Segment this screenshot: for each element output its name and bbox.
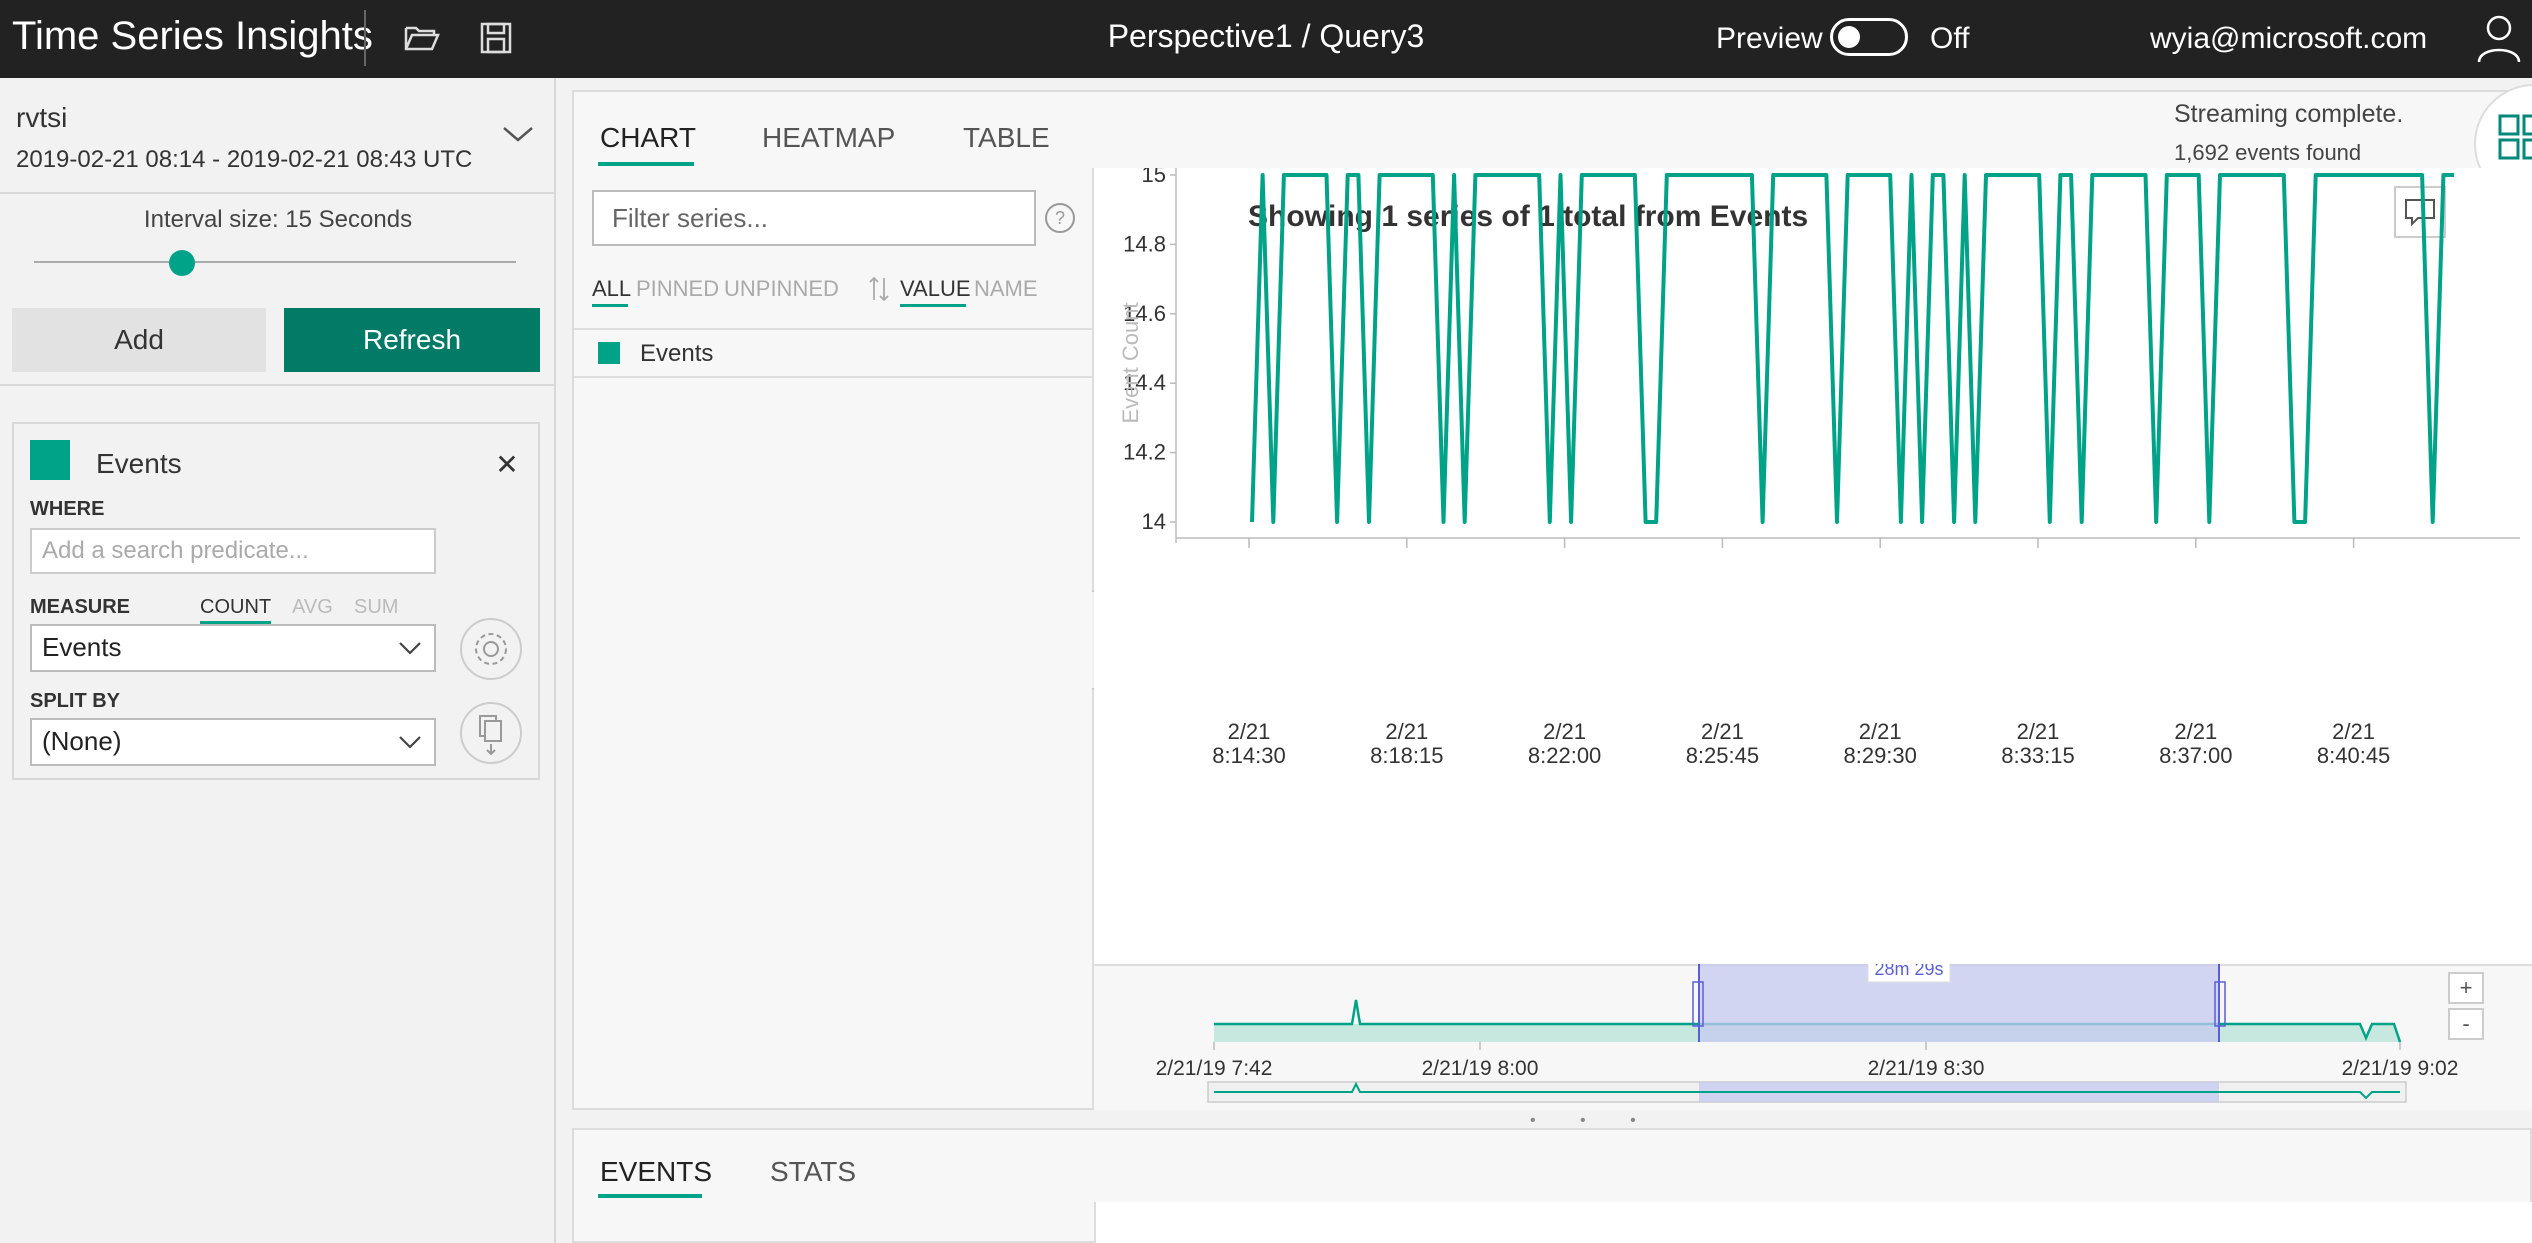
y-axis-label: Event Count <box>1118 302 1143 423</box>
x-tick-label-time: 8:33:15 <box>2001 743 2074 768</box>
help-icon[interactable]: ? <box>1044 202 1076 234</box>
timeline-tick-label: 2/21/19 8:00 <box>1422 1057 1539 1080</box>
refresh-button[interactable]: Refresh <box>284 308 540 372</box>
measure-label: MEASURE <box>30 596 131 618</box>
environment-time-range: 2019-02-21 08:14 - 2019-02-21 08:43 UTC <box>16 146 473 173</box>
x-tick-label-time: 8:29:30 <box>1843 743 1916 768</box>
split-by-select-value: (None) <box>42 726 122 756</box>
interval-slider-thumb[interactable] <box>169 250 195 276</box>
preview-label: Preview <box>1716 22 1823 55</box>
filter-series-input[interactable] <box>592 190 1036 246</box>
streaming-status: Streaming complete. <box>2174 100 2404 128</box>
zoom-out-button[interactable]: - <box>2448 1008 2484 1040</box>
chevron-down-icon <box>399 642 421 655</box>
filter-unpinned[interactable]: UNPINNED <box>724 276 839 302</box>
close-icon[interactable]: ✕ <box>492 448 522 481</box>
active-filter-indicator <box>592 304 628 307</box>
timeline-tick-label: 2/21/19 9:02 <box>2342 1057 2459 1080</box>
open-folder-icon[interactable] <box>402 18 442 58</box>
x-tick-label-time: 8:18:15 <box>1370 743 1443 768</box>
preview-state: Off <box>1930 22 1970 55</box>
series-name: Events <box>640 340 714 367</box>
split-by-select[interactable]: (None) <box>30 718 436 766</box>
tab-chart[interactable]: CHART <box>600 122 696 154</box>
user-email[interactable]: wyia@microsoft.com <box>2150 22 2427 56</box>
where-predicate-input[interactable] <box>30 528 436 574</box>
line-chart[interactable]: 1414.214.414.614.815Event Count2/218:14:… <box>1094 168 2532 964</box>
x-tick-label-time: 8:37:00 <box>2159 743 2232 768</box>
x-tick-label-time: 8:14:30 <box>1212 743 1285 768</box>
sort-by-name[interactable]: NAME <box>974 276 1038 302</box>
add-button[interactable]: Add <box>12 308 266 372</box>
x-tick-label-date: 2/21 <box>1385 719 1428 744</box>
filter-pinned[interactable]: PINNED <box>636 276 719 302</box>
filter-all[interactable]: ALL <box>592 276 631 302</box>
y-tick-label: 14.2 <box>1123 440 1166 465</box>
top-divider <box>364 10 366 66</box>
active-tab-indicator <box>598 1194 702 1198</box>
environment-name: rvtsi <box>16 102 68 133</box>
series-color-swatch <box>598 342 620 364</box>
tab-table[interactable]: TABLE <box>963 122 1050 154</box>
active-tab-indicator <box>598 162 694 166</box>
event-source-name: Events <box>96 448 182 479</box>
timeline-tick-label: 2/21/19 7:42 <box>1156 1057 1273 1080</box>
measure-select-value: Events <box>42 632 122 662</box>
split-by-label: SPLIT BY <box>30 690 121 712</box>
tab-stats[interactable]: STATS <box>770 1156 856 1188</box>
x-tick-label-date: 2/21 <box>1228 719 1271 744</box>
chevron-down-icon[interactable] <box>500 122 536 146</box>
x-tick-label-time: 8:25:45 <box>1686 743 1759 768</box>
y-tick-label: 14 <box>1142 509 1166 534</box>
toggle-knob <box>1838 26 1860 48</box>
x-tick-label-date: 2/21 <box>2174 719 2217 744</box>
timeline-selection <box>1699 964 2219 1042</box>
y-tick-label: 15 <box>1142 168 1166 187</box>
series-line-events <box>1250 173 2454 524</box>
timeline-tick-label: 2/21/19 8:30 <box>1868 1057 1985 1080</box>
measure-sum-tab[interactable]: SUM <box>354 596 398 619</box>
measure-avg-tab[interactable]: AVG <box>292 596 333 619</box>
details-content <box>1094 1202 2532 1243</box>
tab-events[interactable]: EVENTS <box>600 1156 712 1188</box>
copy-icon[interactable] <box>460 702 522 764</box>
svg-text:?: ? <box>1055 208 1065 228</box>
sort-icon[interactable] <box>868 274 890 304</box>
series-color-swatch[interactable] <box>30 440 70 480</box>
query-title: Perspective1 / Query3 <box>1107 18 1425 54</box>
x-tick-label-time: 8:40:45 <box>2317 743 2390 768</box>
events-found-count: 1,692 events found <box>2174 140 2362 165</box>
measure-select[interactable]: Events <box>30 624 436 672</box>
user-icon[interactable] <box>2476 12 2522 64</box>
zoom-in-button[interactable]: + <box>2448 972 2484 1004</box>
chevron-down-icon <box>399 736 421 749</box>
series-list-panel <box>574 168 1094 1108</box>
x-tick-label-time: 8:22:00 <box>1528 743 1601 768</box>
interval-size-label: Interval size: 15 Seconds <box>143 206 413 233</box>
x-tick-label-date: 2/21 <box>1543 719 1586 744</box>
sort-by-value[interactable]: VALUE <box>900 276 971 302</box>
tab-heatmap[interactable]: HEATMAP <box>762 122 895 154</box>
x-tick-label-date: 2/21 <box>2017 719 2060 744</box>
timeline-brush[interactable]: 28m 29s 2/21/19 7:42 2/21/19 8:00 2/21/19 8… <box>1094 964 2532 1110</box>
divider <box>0 192 556 194</box>
save-icon[interactable] <box>476 18 516 58</box>
measure-count-tab[interactable]: COUNT <box>200 596 272 624</box>
active-sort-indicator <box>900 304 966 307</box>
app-title: Time Series Insights <box>12 14 373 58</box>
y-tick-label: 14.8 <box>1123 231 1166 256</box>
gear-icon[interactable] <box>460 618 522 680</box>
selection-duration-label: 28m 29s <box>1874 964 1943 979</box>
divider <box>0 384 556 386</box>
preview-toggle[interactable] <box>1830 18 1908 56</box>
where-label: WHERE <box>30 498 105 520</box>
interval-slider-track[interactable] <box>34 261 516 263</box>
x-tick-label-date: 2/21 <box>2332 719 2375 744</box>
x-tick-label-date: 2/21 <box>1701 719 1744 744</box>
x-tick-label-date: 2/21 <box>1859 719 1902 744</box>
